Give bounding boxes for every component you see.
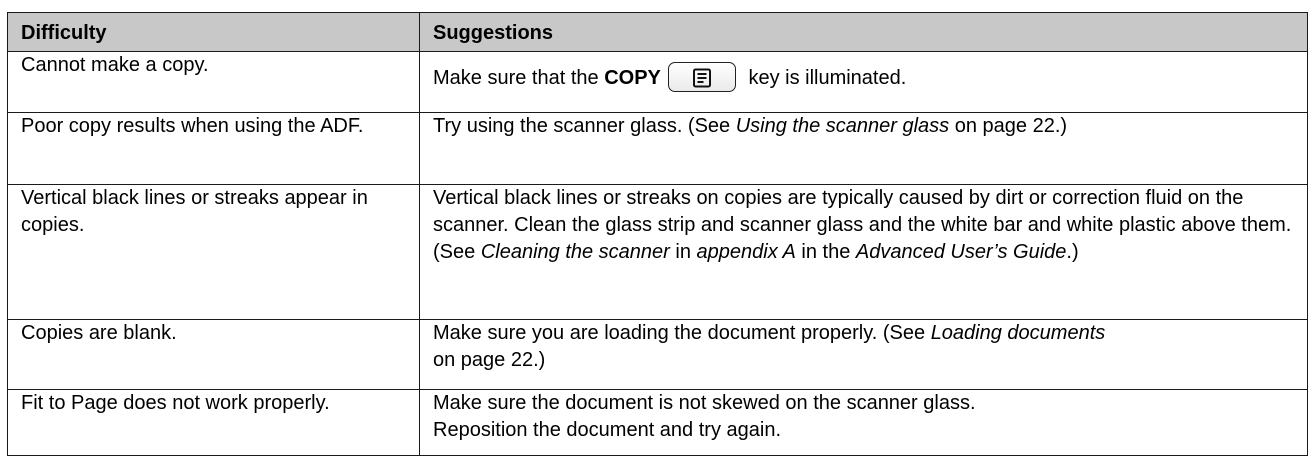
suggestions-column-header: Suggestions [419,12,1308,52]
difficulty-cell: Fit to Page does not work properly. [7,389,420,456]
suggestion-text: on page 22.) [433,349,546,371]
difficulty-cell: Vertical black lines or streaks appear i… [7,184,420,320]
suggestion-text: .) [1066,241,1079,263]
suggestion-text: on page 22.) [949,115,1068,137]
suggestion-text: Make sure you are loading the document p… [433,322,931,344]
suggestion-cell: Make sure the document is not skewed on … [419,389,1308,456]
table-row: Copies are blank. Make sure you are load… [7,319,1308,390]
cross-reference: Using the scanner glass [735,115,950,137]
cross-reference: Cleaning the scanner [480,241,670,263]
table-row: Poor copy results when using the ADF. Tr… [7,112,1308,185]
suggestion-text: in [669,241,697,263]
copy-key-label: COPY [604,67,661,89]
suggestion-cell: Vertical black lines or streaks on copie… [419,184,1308,320]
difficulty-cell: Cannot make a copy. [7,51,420,113]
document-icon [692,68,711,88]
table-header-row: Difficulty Suggestions [7,12,1308,52]
difficulty-cell: Copies are blank. [7,319,420,390]
suggestion-cell: Try using the scanner glass. (See Using … [419,112,1308,185]
suggestion-cell: Make sure that the COPY key is illuminat… [419,51,1308,113]
copy-key-icon [667,61,736,92]
suggestion-text: Make sure the document is not skewed on … [433,392,976,414]
cross-reference: appendix A [696,241,796,263]
suggestion-text: Reposition the document and try again. [433,419,781,441]
cross-reference: Advanced User’s Guide [855,241,1067,263]
suggestion-text: Make sure that the [433,67,605,89]
table-row: Vertical black lines or streaks appear i… [7,184,1308,320]
difficulty-cell: Poor copy results when using the ADF. [7,112,420,185]
suggestion-text: key is illuminated. [742,67,907,89]
table-row: Cannot make a copy. Make sure that the C… [7,51,1308,113]
cross-reference: Loading documents [930,322,1106,344]
difficulty-column-header: Difficulty [7,12,420,52]
table-row: Fit to Page does not work properly. Make… [7,389,1308,456]
suggestion-cell: Make sure you are loading the document p… [419,319,1308,390]
suggestion-text: Try using the scanner glass. (See [433,115,736,137]
suggestion-text: in the [795,241,856,263]
troubleshooting-table: Difficulty Suggestions Cannot make a cop… [7,12,1308,456]
